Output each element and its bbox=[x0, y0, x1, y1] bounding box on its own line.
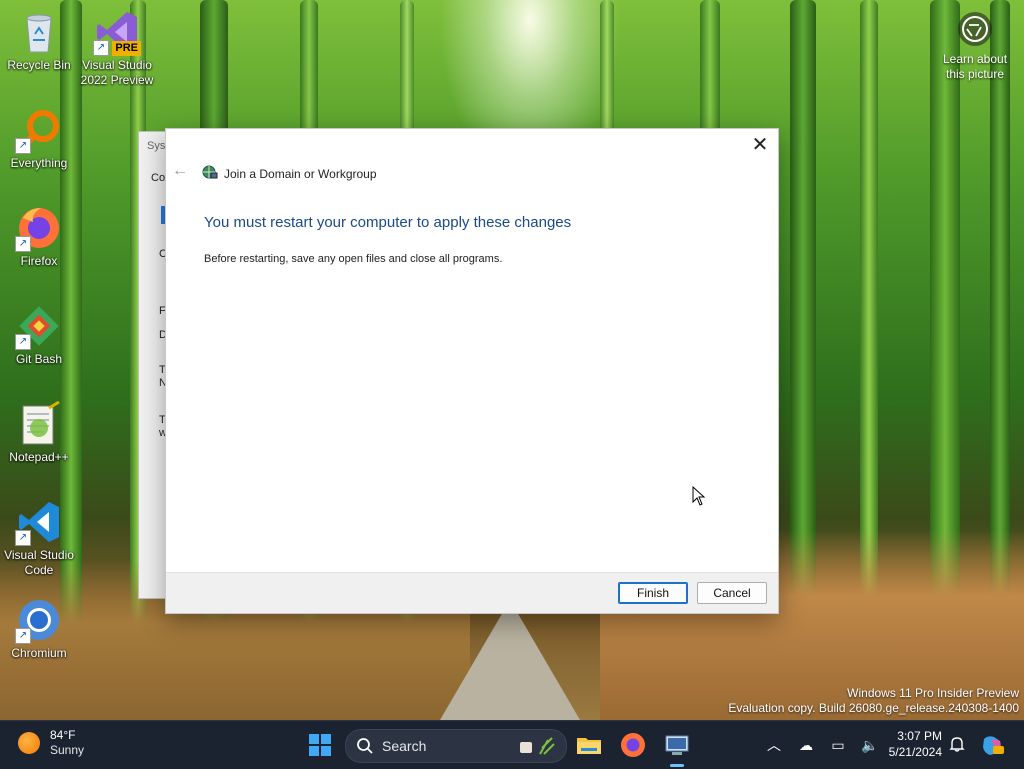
recycle-bin-icon bbox=[15, 8, 63, 56]
notepad-plus-plus-icon bbox=[15, 400, 63, 448]
file-explorer-icon bbox=[577, 738, 601, 754]
cancel-button[interactable]: Cancel bbox=[697, 582, 767, 604]
preview-badge: PRE bbox=[112, 41, 141, 56]
learn-about-picture[interactable]: Learn about this picture bbox=[935, 12, 1015, 82]
dialog-header: Join a Domain or Workgroup bbox=[202, 164, 377, 184]
start-button[interactable] bbox=[308, 733, 332, 757]
firefox-icon: ↗ bbox=[15, 204, 63, 252]
shortcut-arrow-icon: ↗ bbox=[15, 334, 31, 350]
desktop-icon-chromium[interactable]: ↗ Chromium bbox=[0, 596, 78, 661]
taskbar-search-box[interactable]: Search bbox=[345, 729, 567, 763]
display-icon[interactable]: ▭ bbox=[826, 733, 850, 757]
desktop-icon-label: Notepad++ bbox=[9, 450, 69, 464]
shortcut-arrow-icon: ↗ bbox=[15, 628, 31, 644]
active-app-indicator bbox=[670, 764, 684, 767]
dialog-title: Join a Domain or Workgroup bbox=[224, 167, 377, 181]
network-globe-icon bbox=[202, 164, 218, 185]
chevron-up-icon[interactable]: ︿ bbox=[762, 733, 786, 757]
everything-search-icon: ↗ bbox=[15, 106, 63, 154]
desktop-icon-git-bash[interactable]: ↗ Git Bash bbox=[0, 302, 78, 367]
taskbar-clock[interactable]: 3:07 PM 5/21/2024 bbox=[880, 728, 942, 760]
onedrive-offline-icon[interactable]: ☁ bbox=[794, 733, 818, 757]
window-title-fragment: Sys bbox=[147, 140, 166, 152]
desktop-icon-label: Everything bbox=[10, 156, 68, 170]
learn-about-label: Learn about this picture bbox=[942, 52, 1008, 81]
system-tray: ︿ ☁ ▭ 🔈 bbox=[762, 733, 890, 757]
weather-condition: Sunny bbox=[50, 743, 85, 757]
dialog-body-text: Before restarting, save any open files a… bbox=[204, 253, 503, 265]
copilot-icon[interactable] bbox=[980, 733, 1004, 757]
dialog-footer: Finish Cancel bbox=[166, 572, 778, 613]
dialog-heading: You must restart your computer to apply … bbox=[204, 214, 572, 231]
mouse-cursor-icon bbox=[692, 485, 706, 506]
chromium-icon: ↗ bbox=[15, 596, 63, 644]
sun-icon bbox=[18, 732, 40, 754]
taskbar-system-properties[interactable] bbox=[663, 731, 691, 767]
shortcut-arrow-icon: ↗ bbox=[15, 530, 31, 546]
volume-muted-icon[interactable]: 🔈 bbox=[858, 733, 882, 757]
desktop-icon-everything[interactable]: ↗ Everything bbox=[0, 106, 78, 171]
back-button[interactable]: ← bbox=[172, 162, 190, 180]
window-text-fragment: Co bbox=[151, 172, 166, 184]
build-watermark: Windows 11 Pro Insider Preview Evaluatio… bbox=[728, 686, 1019, 716]
desktop-icon-label: Firefox bbox=[20, 254, 58, 268]
visual-studio-preview-icon: ↗ PRE bbox=[93, 8, 141, 56]
shortcut-arrow-icon: ↗ bbox=[15, 236, 31, 252]
desktop-icon-label: Recycle Bin bbox=[7, 58, 71, 72]
camera-lens-icon bbox=[958, 12, 992, 46]
windows-logo-icon bbox=[309, 734, 331, 756]
desktop-icon-label: Chromium bbox=[11, 646, 67, 660]
desktop-icon-firefox[interactable]: ↗ Firefox bbox=[0, 204, 78, 269]
desktop-icon-notepad-plus-plus[interactable]: Notepad++ bbox=[0, 400, 78, 465]
taskbar-firefox[interactable] bbox=[619, 731, 647, 759]
taskbar-file-explorer[interactable] bbox=[575, 731, 603, 759]
desktop-icon-label: Visual Studio 2022 Preview bbox=[80, 58, 154, 87]
desktop-icon-label: Visual Studio Code bbox=[4, 548, 74, 577]
vscode-icon: ↗ bbox=[15, 498, 63, 546]
taskbar: 84°F Sunny Search ︿ ☁ ▭ 🔈 3:07 PM 5/21/2… bbox=[0, 720, 1024, 769]
system-properties-icon bbox=[665, 735, 689, 755]
close-button[interactable]: ✕ bbox=[748, 133, 772, 157]
shortcut-arrow-icon: ↗ bbox=[15, 138, 31, 154]
shortcut-arrow-icon: ↗ bbox=[93, 40, 109, 56]
search-highlight-icon bbox=[518, 736, 558, 761]
clock-time: 3:07 PM bbox=[897, 729, 942, 743]
search-icon bbox=[356, 737, 374, 760]
watermark-line-build: Evaluation copy. Build 26080.ge_release.… bbox=[728, 701, 1019, 715]
close-icon: ✕ bbox=[751, 134, 769, 156]
desktop-icon-recycle-bin[interactable]: Recycle Bin bbox=[0, 8, 78, 73]
watermark-line-edition: Windows 11 Pro Insider Preview bbox=[847, 686, 1019, 700]
join-domain-dialog: ✕ ← Join a Domain or Workgroup You must … bbox=[165, 128, 779, 614]
search-placeholder: Search bbox=[382, 738, 427, 754]
back-arrow-icon: ← bbox=[172, 162, 188, 179]
desktop-icon-vscode[interactable]: ↗ Visual Studio Code bbox=[0, 498, 78, 578]
firefox-icon bbox=[621, 733, 645, 757]
weather-widget[interactable]: 84°F Sunny bbox=[18, 728, 84, 758]
notification-bell-icon[interactable] bbox=[948, 735, 966, 753]
desktop-icon-visual-studio-preview[interactable]: ↗ PRE Visual Studio 2022 Preview bbox=[78, 8, 156, 88]
finish-button[interactable]: Finish bbox=[618, 582, 688, 604]
git-bash-icon: ↗ bbox=[15, 302, 63, 350]
weather-temperature: 84°F bbox=[50, 728, 76, 742]
clock-date: 5/21/2024 bbox=[888, 745, 942, 759]
desktop-icon-label: Git Bash bbox=[15, 352, 63, 366]
